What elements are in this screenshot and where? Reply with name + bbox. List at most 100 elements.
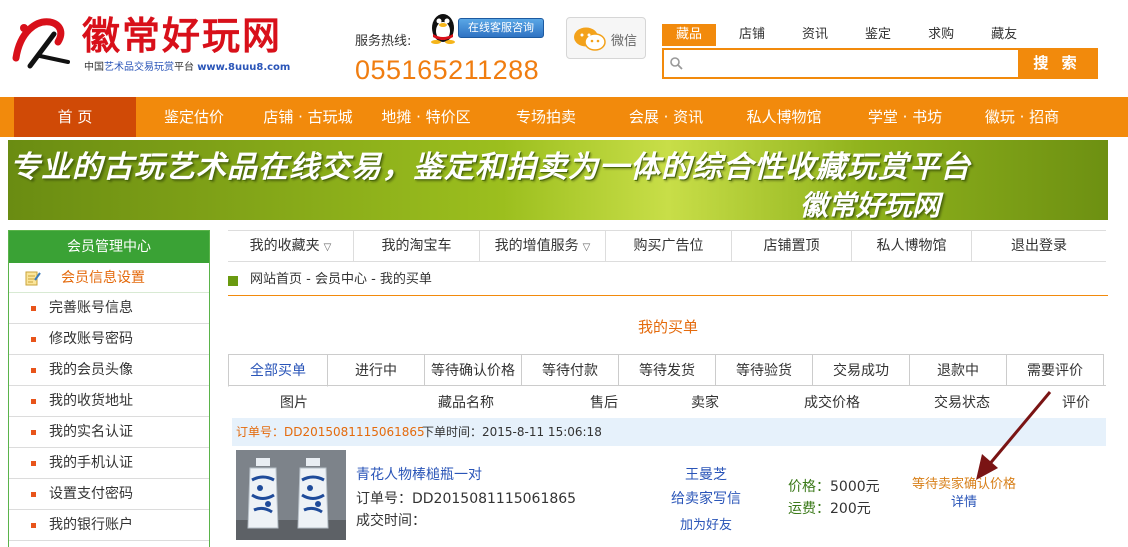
sidebar-item-password[interactable]: 修改账号密码 xyxy=(9,324,209,355)
site-header: 徽常好玩网 中国艺术品交易玩赏平台 www.8uuu8.com 服务热线: 在线… xyxy=(0,0,1128,97)
tab-in-progress[interactable]: 进行中 xyxy=(327,354,425,386)
seller-name-link[interactable]: 王曼芝 xyxy=(658,464,754,484)
search-icon xyxy=(670,57,683,70)
sidebar-item-realname[interactable]: 我的实名认证 xyxy=(9,417,209,448)
page-title: 我的买单 xyxy=(637,318,698,336)
add-friend-link[interactable]: 加为好友 xyxy=(658,514,754,533)
search-tab-appraisal[interactable]: 鉴定 xyxy=(851,24,905,46)
qq-penguin-icon xyxy=(431,14,455,44)
nav-exhibitions[interactable]: 会展 · 资讯 xyxy=(604,97,728,137)
order-detail-link[interactable]: 详情 xyxy=(904,494,1024,512)
col-review: 评价 xyxy=(1062,395,1090,411)
banner-slogan: 专业的古玩艺术品在线交易，鉴定和拍卖为一体的综合性收藏玩赏平台 xyxy=(10,150,971,185)
col-deal-price: 成交价格 xyxy=(804,395,860,411)
col-item-name: 藏品名称 xyxy=(438,395,494,411)
nav-private-museum[interactable]: 私人博物馆 xyxy=(728,97,840,137)
write-seller-link[interactable]: 给卖家写信 xyxy=(658,488,754,508)
search-box: 搜 索 xyxy=(662,48,1098,79)
tab-await-price[interactable]: 等待确认价格 xyxy=(424,354,522,386)
tab-refunding[interactable]: 退款中 xyxy=(909,354,1007,386)
subnav-value-added[interactable]: 我的增值服务 ▽ xyxy=(480,231,606,261)
wechat-icon xyxy=(574,27,606,51)
search-tab-wanted[interactable]: 求购 xyxy=(914,24,968,46)
subnav-logout[interactable]: 退出登录 xyxy=(972,231,1106,261)
sidebar-item-phone-verify[interactable]: 我的手机认证 xyxy=(9,448,209,479)
bullet-icon xyxy=(31,337,36,342)
sidebar-title: 会员管理中心 xyxy=(9,231,209,263)
nav-shops[interactable]: 店铺 · 古玩城 xyxy=(252,97,364,137)
promo-banner[interactable]: 专业的古玩艺术品在线交易，鉴定和拍卖为一体的综合性收藏玩赏平台 徽常好玩网 xyxy=(8,140,1108,220)
search-button[interactable]: 搜 索 xyxy=(1018,50,1096,77)
breadcrumb-text[interactable]: 网站首页 - 会员中心 - 我的买单 xyxy=(250,270,432,290)
trade-status-text: 等待卖家确认价格 xyxy=(911,477,1016,492)
order-table-header: 图片 藏品名称 售后 卖家 成交价格 交易状态 评价 xyxy=(228,388,1106,414)
porcelain-vases-image xyxy=(236,450,346,540)
wechat-label: 微信 xyxy=(611,34,638,49)
bullet-icon xyxy=(31,461,36,466)
breadcrumb: 网站首页 - 会员中心 - 我的买单 xyxy=(228,270,1108,296)
nav-bargains[interactable]: 地摊 · 特价区 xyxy=(364,97,488,137)
search-tab-news[interactable]: 资讯 xyxy=(788,24,842,46)
bullet-icon xyxy=(31,492,36,497)
bullet-icon xyxy=(31,523,36,528)
tab-completed[interactable]: 交易成功 xyxy=(812,354,910,386)
order-time: 下单时间：2015-8-11 15:06:18 xyxy=(422,425,602,439)
site-logo[interactable]: 徽常好玩网 中国艺术品交易玩赏平台 www.8uuu8.com xyxy=(10,12,310,74)
sidebar-item-pay-password[interactable]: 设置支付密码 xyxy=(9,479,209,510)
member-sidebar: 会员管理中心 会员信息设置 完善账号信息 修改账号密码 我的会员头像 我的收货地… xyxy=(8,230,210,547)
member-subnav: 我的收藏夹 ▽ 我的淘宝车 我的增值服务 ▽ 购买广告位 店铺置顶 私人博物馆 退出… xyxy=(228,230,1106,262)
search-tab-collectors[interactable]: 藏友 xyxy=(977,24,1031,46)
nav-home[interactable]: 首 页 xyxy=(14,97,136,137)
tab-await-payment[interactable]: 等待付款 xyxy=(521,354,619,386)
search-tab-shops[interactable]: 店铺 xyxy=(725,24,779,46)
edit-note-icon xyxy=(25,271,41,286)
bullet-icon xyxy=(31,399,36,404)
nav-appraisal[interactable]: 鉴定估价 xyxy=(136,97,252,137)
sidebar-item-address[interactable]: 我的收货地址 xyxy=(9,386,209,417)
caret-down-icon: ▽ xyxy=(323,242,332,253)
wechat-button[interactable]: 微信 xyxy=(566,17,646,59)
status-cell: 等待卖家确认价格 详情 xyxy=(904,476,1024,512)
sidebar-item-account-info[interactable]: 完善账号信息 xyxy=(9,293,209,324)
order-row: 青花人物棒槌瓶一对 订单号：DD2015081115061865 成交时间： 王… xyxy=(232,446,1106,547)
sidebar-section-member-info[interactable]: 会员信息设置 xyxy=(9,263,209,293)
breadcrumb-arrow-icon xyxy=(228,276,238,286)
seller-cell: 王曼芝 给卖家写信 加为好友 xyxy=(658,464,754,533)
subnav-buy-ads[interactable]: 购买广告位 xyxy=(606,231,732,261)
bullet-icon xyxy=(31,430,36,435)
price-cell: 价格：5000元 运费：200元 xyxy=(788,479,880,517)
sidebar-section-label: 会员信息设置 xyxy=(61,270,145,286)
tab-need-review[interactable]: 需要评价 xyxy=(1006,354,1104,386)
search-tab-collectibles[interactable]: 藏品 xyxy=(662,24,717,46)
bullet-icon xyxy=(31,306,36,311)
col-trade-status: 交易状态 xyxy=(934,395,990,411)
online-service-button[interactable]: 在线客服咨询 xyxy=(458,18,544,38)
col-after-sale: 售后 xyxy=(590,395,618,411)
price-value: 5000元 xyxy=(830,479,880,495)
subnav-cart[interactable]: 我的淘宝车 xyxy=(354,231,480,261)
nav-auctions[interactable]: 专场拍卖 xyxy=(488,97,604,137)
bullet-icon xyxy=(31,368,36,373)
nav-academy[interactable]: 学堂 · 书坊 xyxy=(840,97,970,137)
banner-brand: 徽常好玩网 xyxy=(800,189,941,220)
search-area: 藏品 店铺 资讯 鉴定 求购 藏友 搜 索 xyxy=(662,24,1098,79)
order-number[interactable]: 订单号：DD2015081115061865 xyxy=(236,418,425,446)
subnav-shop-top[interactable]: 店铺置顶 xyxy=(732,231,852,261)
sidebar-item-avatar[interactable]: 我的会员头像 xyxy=(9,355,209,386)
logo-emblem-icon xyxy=(12,18,70,69)
hotline-phone: 055165211288 xyxy=(355,55,540,85)
col-image: 图片 xyxy=(280,395,308,411)
logo-tagline: 中国艺术品交易玩赏平台 www.8uuu8.com xyxy=(84,62,291,73)
item-thumbnail[interactable] xyxy=(236,450,346,540)
subnav-private-museum[interactable]: 私人博物馆 xyxy=(852,231,972,261)
tab-await-shipment[interactable]: 等待发货 xyxy=(618,354,716,386)
search-input[interactable] xyxy=(684,52,1014,76)
sidebar-item-bank-account[interactable]: 我的银行账户 xyxy=(9,510,209,541)
tab-await-inspection[interactable]: 等待验货 xyxy=(715,354,813,386)
item-name-link[interactable]: 青花人物棒槌瓶一对 xyxy=(356,464,482,484)
nav-investment[interactable]: 徽玩 · 招商 xyxy=(970,97,1074,137)
tab-all-orders[interactable]: 全部买单 xyxy=(228,354,328,387)
subnav-favorites[interactable]: 我的收藏夹 ▽ xyxy=(228,231,354,261)
search-tabs: 藏品 店铺 资讯 鉴定 求购 藏友 xyxy=(662,24,1040,46)
logo-text: 徽常好玩网 xyxy=(82,13,283,58)
